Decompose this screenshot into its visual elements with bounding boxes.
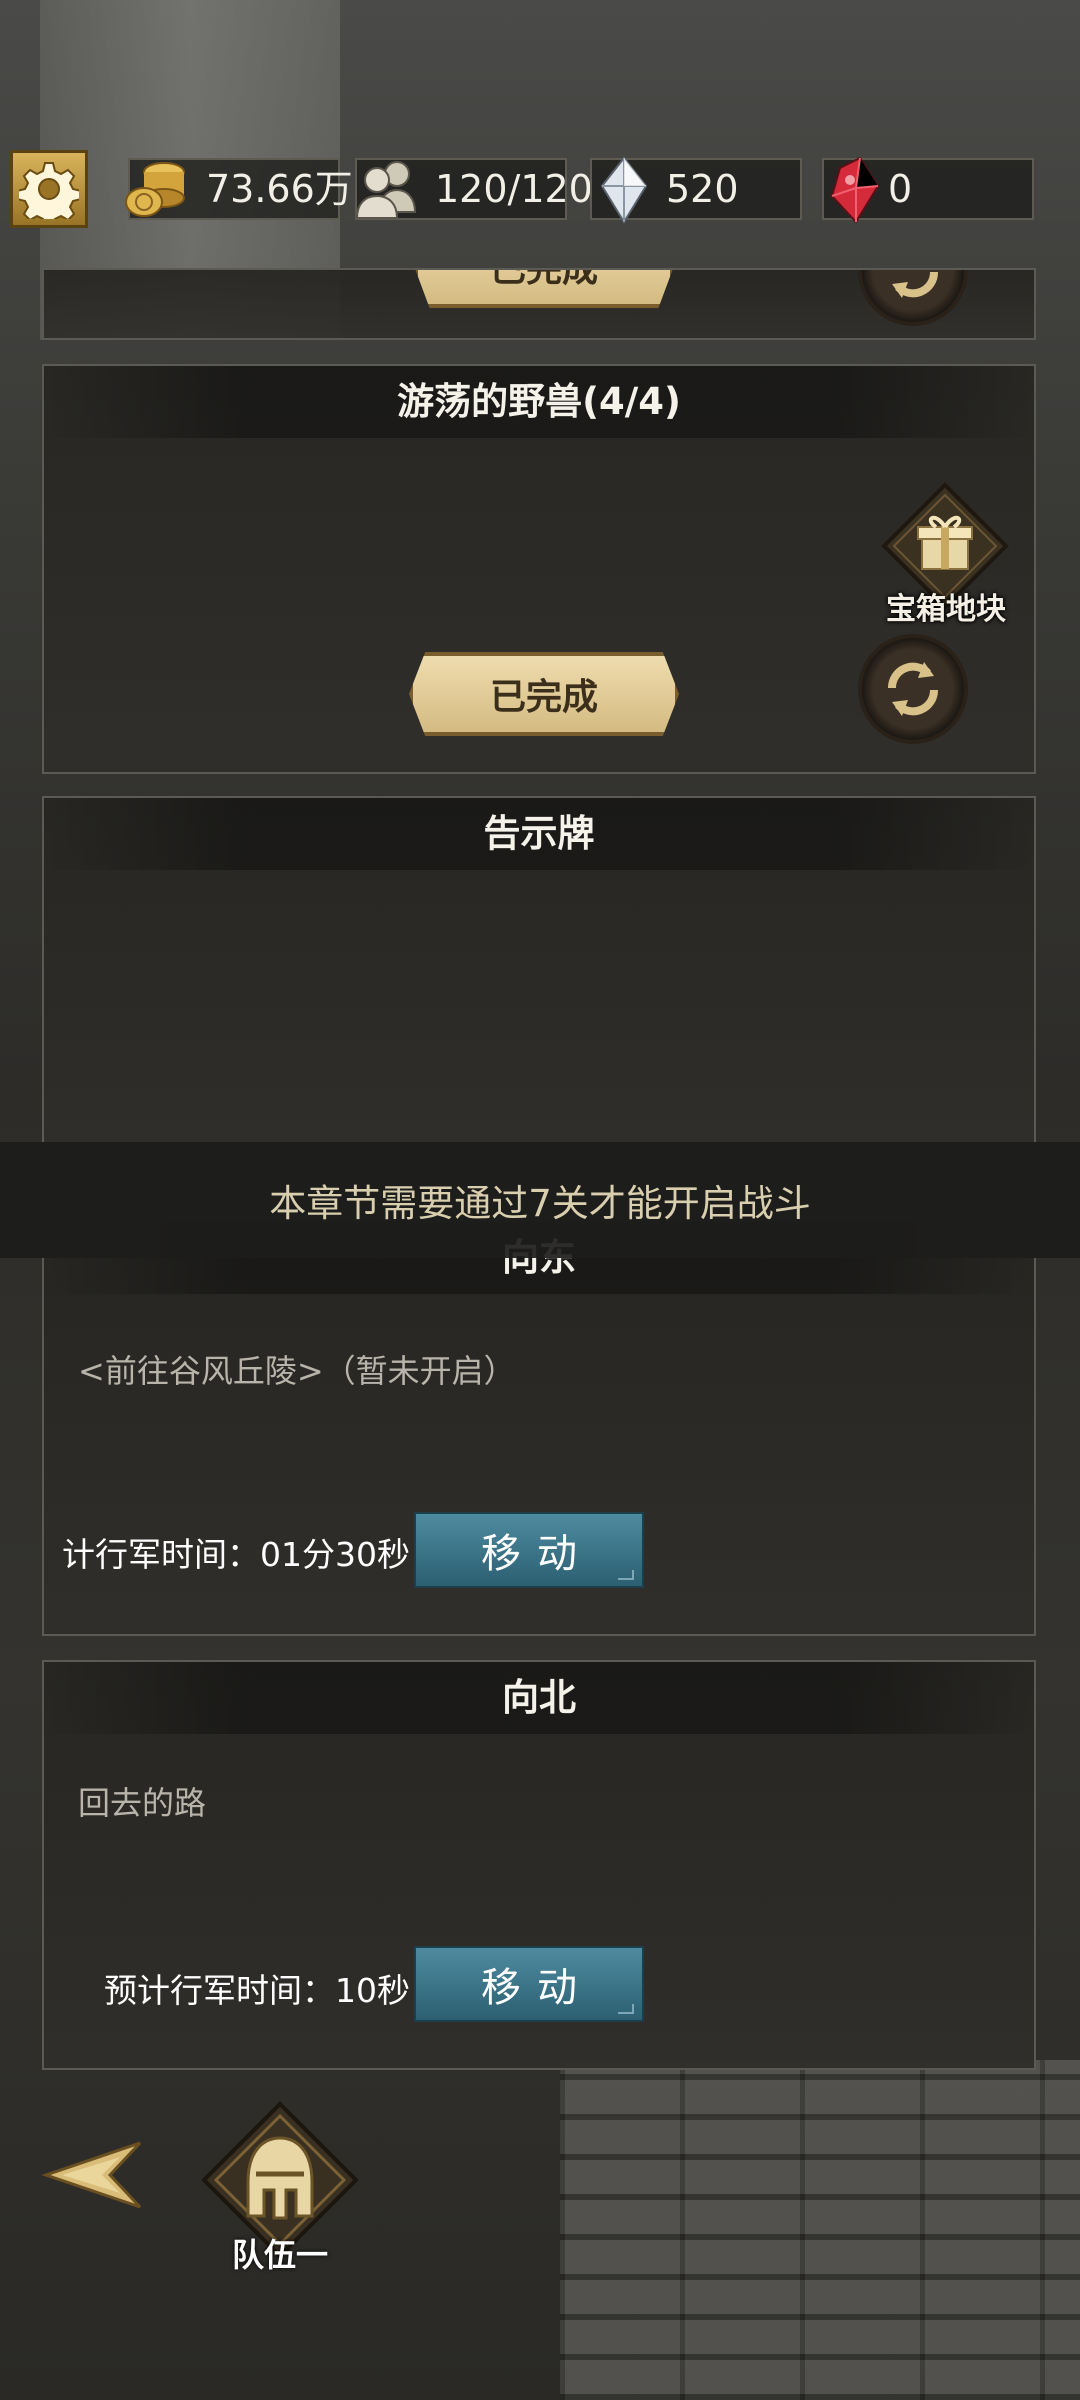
east-description: <前往谷风丘陵>（暂未开启） (78, 1352, 516, 1390)
resource-bar: 73.66万 120/120 520 0 (0, 150, 1080, 230)
settings-button[interactable] (10, 150, 88, 228)
ruby-value: 0 (888, 167, 913, 211)
notice-title: 告示牌 (44, 798, 1034, 870)
previous-done-label: 已完成 (489, 268, 598, 290)
notice-panel: 告示牌 (42, 796, 1036, 1142)
chest-tile-label: 宝箱地块 (886, 592, 1006, 627)
gear-icon (19, 162, 79, 219)
troops-icon (349, 152, 425, 228)
previous-panel: 已完成 (42, 268, 1036, 340)
crystal-icon (586, 152, 662, 228)
east-move-label: 移动 (481, 1531, 593, 1577)
previous-done-button[interactable]: 已完成 (414, 268, 674, 308)
chapter-lock-toast: 本章节需要通过7关才能开启战斗 (0, 1142, 1080, 1258)
previous-refresh-button[interactable] (858, 270, 968, 326)
north-move-button[interactable]: 移动 (414, 1946, 644, 2022)
north-move-label: 移动 (481, 1965, 593, 2011)
gold-value: 73.66万 (206, 167, 353, 211)
team-label: 队伍一 (231, 2236, 328, 2274)
north-march-time: 预计行军时间：10秒 (104, 1971, 410, 2010)
ruby-icon (816, 152, 892, 228)
beasts-done-button[interactable]: 已完成 (409, 652, 679, 736)
beasts-panel: 游荡的野兽(4/4) 宝箱地块 已完成 (42, 364, 1036, 774)
crystal-counter: 520 (590, 156, 802, 224)
button-corner-decor (618, 1570, 634, 1580)
east-panel: 向东 <前往谷风丘陵>（暂未开启） 计行军时间：01分30秒 移动 (42, 1222, 1036, 1636)
troops-counter: 120/120 (355, 158, 593, 220)
beasts-done-label: 已完成 (489, 677, 598, 718)
back-arrow-icon (41, 2141, 142, 2209)
refresh-icon (887, 270, 939, 298)
north-title: 向北 (44, 1662, 1034, 1734)
troops-value: 120/120 (435, 167, 593, 211)
button-corner-decor (618, 2004, 634, 2014)
beasts-refresh-button[interactable] (858, 634, 968, 744)
north-panel: 向北 回去的路 预计行军时间：10秒 移动 (42, 1660, 1036, 2070)
ruby-counter: 0 (822, 156, 1034, 224)
gold-coins-icon (118, 152, 194, 228)
refresh-icon (887, 662, 939, 716)
crystal-value: 520 (666, 167, 739, 211)
background-stone-floor (560, 2060, 1080, 2400)
gold-counter: 73.66万 (125, 158, 353, 220)
east-march-time: 计行军时间：01分30秒 (62, 1535, 410, 1574)
east-move-button[interactable]: 移动 (414, 1512, 644, 1588)
back-button[interactable] (40, 2135, 150, 2215)
beasts-title: 游荡的野兽(4/4) (44, 366, 1034, 438)
north-description: 回去的路 (78, 1784, 207, 1822)
